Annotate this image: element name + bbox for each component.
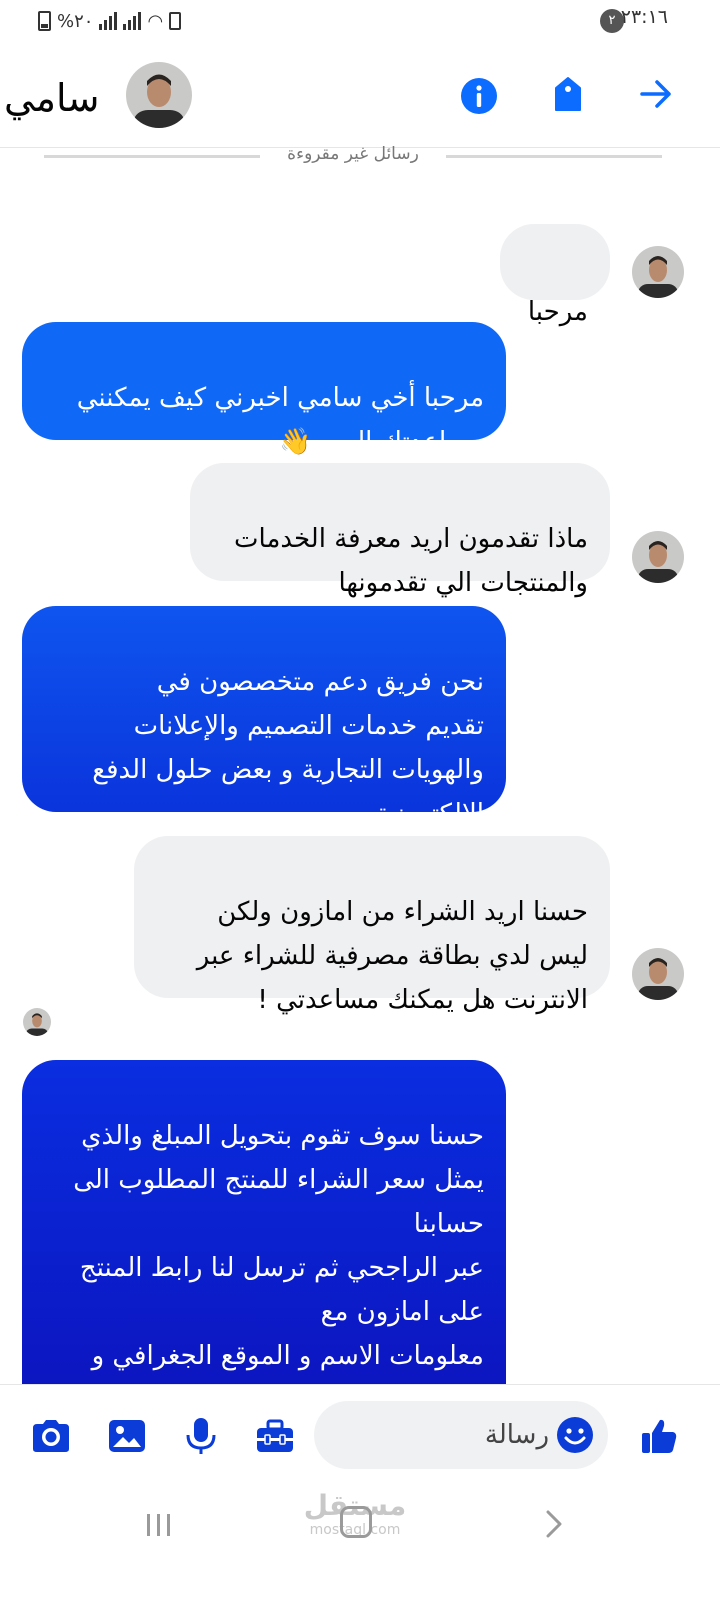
status-icons: %٢٠ ◠	[38, 10, 182, 32]
status-time: ٢٣:١٦	[620, 6, 668, 28]
unread-label: رسائل غير مقروءة	[287, 144, 419, 164]
home-icon[interactable]	[340, 1506, 372, 1538]
sender-avatar	[632, 531, 684, 583]
message-composer	[0, 1384, 720, 1484]
message-text: حسنا سوف تقوم بتحويل المبلغ والذي يمثل س…	[73, 1121, 484, 1371]
message-input[interactable]	[344, 1415, 549, 1455]
toolbox-icon[interactable]	[254, 1415, 296, 1457]
chevron-right-icon[interactable]	[540, 1508, 568, 1540]
info-icon[interactable]	[459, 76, 499, 116]
message-bubble-outgoing[interactable]: نحن فريق دعم متخصصون في تقديم خدمات التص…	[22, 606, 506, 829]
message-bubble-incoming[interactable]: مرحبا	[500, 224, 610, 327]
seen-receipt-avatar	[23, 1008, 51, 1036]
tag-icon[interactable]	[548, 74, 588, 114]
system-nav-bar: مستقل mostaql.com	[0, 1484, 720, 1600]
message-text: مرحبا	[527, 297, 588, 327]
lock-status-icon	[169, 12, 182, 30]
camera-icon[interactable]	[30, 1415, 72, 1457]
back-arrow-icon[interactable]	[636, 74, 676, 114]
microphone-icon[interactable]	[180, 1415, 222, 1457]
unread-divider: رسائل غير مقروءة	[44, 144, 662, 168]
message-field[interactable]	[314, 1401, 608, 1469]
wifi-icon: ◠	[147, 10, 164, 32]
image-icon[interactable]	[106, 1415, 148, 1457]
chat-header: سامي	[0, 44, 720, 148]
message-text: ماذا تقدمون اريد معرفة الخدمات والمنتجات…	[234, 524, 588, 598]
recent-apps-icon[interactable]	[143, 1512, 175, 1538]
battery-percent: %٢٠	[57, 10, 94, 32]
message-bubble-outgoing[interactable]: حسنا سوف تقوم بتحويل المبلغ والذي يمثل س…	[22, 1060, 506, 1384]
message-text: نحن فريق دعم متخصصون في تقديم خدمات التص…	[92, 667, 484, 829]
message-bubble-outgoing[interactable]: مرحبا أخي سامي اخبرني كيف يمكنني مساعدتك…	[22, 322, 506, 457]
battery-icon	[38, 11, 51, 31]
message-list[interactable]: مرحبا مرحبا أخي سامي اخبرني كيف يمكنني م…	[0, 170, 720, 1384]
status-bar: %٢٠ ◠ ٢ ٢٣:١٦	[0, 0, 720, 44]
sender-avatar	[632, 246, 684, 298]
contact-name[interactable]: سامي	[4, 74, 99, 122]
signal-2-icon	[123, 12, 142, 30]
signal-icon	[99, 12, 118, 30]
like-icon[interactable]	[638, 1415, 680, 1457]
contact-avatar[interactable]	[126, 62, 192, 128]
message-bubble-incoming[interactable]: ماذا تقدمون اريد معرفة الخدمات والمنتجات…	[190, 463, 610, 598]
emoji-icon[interactable]	[556, 1416, 594, 1454]
message-text: مرحبا أخي سامي اخبرني كيف يمكنني مساعدتك…	[76, 383, 484, 457]
sender-avatar	[632, 948, 684, 1000]
message-text: حسنا اريد الشراء من امازون ولكن ليس لدي …	[196, 897, 588, 1015]
message-bubble-incoming[interactable]: حسنا اريد الشراء من امازون ولكن ليس لدي …	[134, 836, 610, 1015]
